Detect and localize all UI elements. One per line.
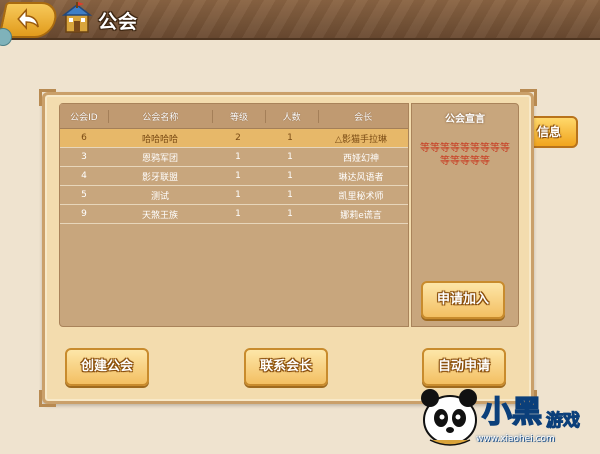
cell-members: 1 xyxy=(287,209,293,219)
cell-members: 1 xyxy=(287,133,293,143)
cell-name: 哈哈哈哈 xyxy=(141,134,178,145)
cell-leader: 娜莉e谎言 xyxy=(340,210,382,221)
cell-members: 1 xyxy=(287,171,293,181)
guild-table-header: 公会ID 公会名称 等级 人数 会长 xyxy=(60,104,408,129)
cell-level: 1 xyxy=(235,209,241,219)
panel-corner xyxy=(39,89,56,106)
cell-leader: 西娅幻神 xyxy=(342,153,379,164)
cell-name: 天煞王族 xyxy=(141,210,178,221)
cell-level: 2 xyxy=(235,133,241,143)
cell-leader: 琳达风语者 xyxy=(338,172,384,183)
guild-row[interactable]: 9 天煞王族 1 1 娜莉e谎言 xyxy=(60,205,408,224)
col-header-id: 公会ID xyxy=(60,109,109,123)
cell-level: 1 xyxy=(235,152,241,162)
guild-list: 公会ID 公会名称 等级 人数 会长 6 哈哈哈哈 2 1 △影猫手拉琳 3 恩… xyxy=(59,103,409,327)
back-arrow-icon xyxy=(17,8,39,30)
create-guild-button[interactable]: 创建公会 xyxy=(65,348,149,386)
cell-members: 1 xyxy=(287,152,293,162)
cell-id: 3 xyxy=(81,152,87,162)
cell-level: 1 xyxy=(235,190,241,200)
declaration-text: 等等等等等等等等等等等等等等 xyxy=(420,143,510,167)
cell-id: 4 xyxy=(81,171,87,181)
cell-level: 1 xyxy=(235,171,241,181)
cell-id: 5 xyxy=(81,190,87,200)
side-tab-handle[interactable] xyxy=(0,28,12,46)
col-header-name: 公会名称 xyxy=(109,109,214,123)
declaration-title: 公会宣言 xyxy=(445,114,485,125)
col-header-members: 人数 xyxy=(266,109,319,123)
guild-row[interactable]: 6 哈哈哈哈 2 1 △影猫手拉琳 xyxy=(60,129,408,148)
cell-name: 测试 xyxy=(150,191,169,202)
page-title: 公会 xyxy=(98,11,139,33)
apply-join-button[interactable]: 申请加入 xyxy=(421,281,505,319)
cell-leader: 凯里秘术师 xyxy=(338,191,384,202)
cell-id: 6 xyxy=(81,133,87,143)
cell-id: 9 xyxy=(81,209,87,219)
col-header-leader: 会长 xyxy=(354,112,373,123)
guild-row[interactable]: 5 测试 1 1 凯里秘术师 xyxy=(60,186,408,205)
guild-icon xyxy=(60,2,94,36)
watermark-url: www.xiaohei.com xyxy=(476,434,555,444)
cell-name: 恩鸦军团 xyxy=(141,153,178,164)
cell-name: 影牙联盟 xyxy=(141,172,178,183)
panel-corner xyxy=(39,390,56,407)
guild-row[interactable]: 3 恩鸦军团 1 1 西娅幻神 xyxy=(60,148,408,167)
cell-leader: △影猫手拉琳 xyxy=(335,134,387,145)
contact-leader-button[interactable]: 联系会长 xyxy=(244,348,328,386)
svg-text:小黑: 小黑 xyxy=(482,395,542,430)
guild-row[interactable]: 4 影牙联盟 1 1 琳达风语者 xyxy=(60,167,408,186)
col-header-level: 等级 xyxy=(213,109,266,123)
svg-text:游戏: 游戏 xyxy=(546,410,580,431)
panel-corner xyxy=(520,89,537,106)
cell-members: 1 xyxy=(287,190,293,200)
guild-panel: 公会ID 公会名称 等级 人数 会长 6 哈哈哈哈 2 1 △影猫手拉琳 3 恩… xyxy=(39,89,537,407)
